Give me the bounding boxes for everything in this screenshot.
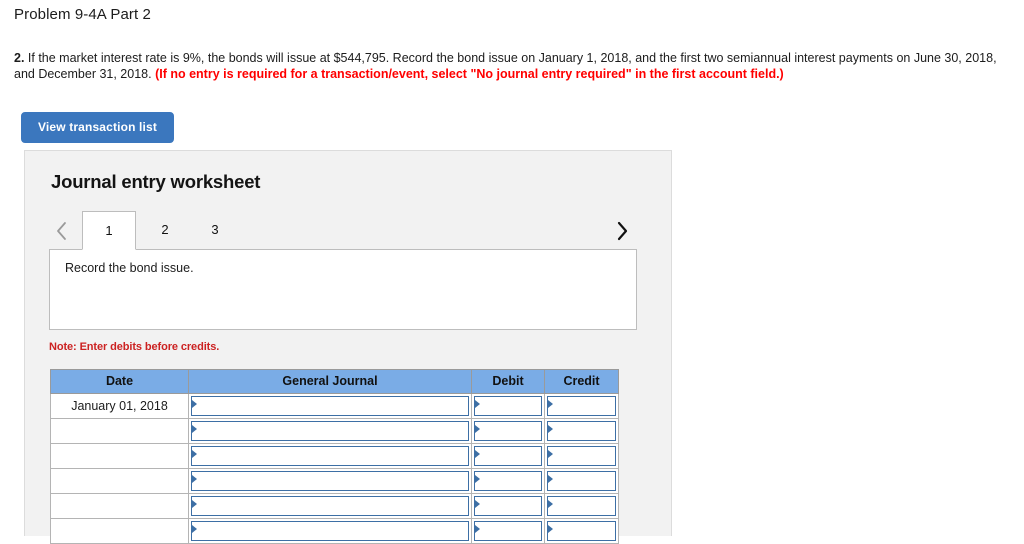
- instructions-paragraph: 2. If the market interest rate is 9%, th…: [14, 50, 1010, 82]
- input-wrap: [189, 494, 471, 518]
- worksheet-tab-2-label: 2: [161, 222, 169, 237]
- cell-debit-4: [471, 468, 545, 494]
- cell-general-journal-2: [188, 418, 472, 444]
- cell-debit-1: [471, 393, 545, 419]
- cell-date-6: [50, 518, 189, 544]
- debit-input-5[interactable]: [474, 496, 542, 516]
- table-row: [50, 443, 619, 469]
- page-title: Problem 9-4A Part 2: [14, 6, 151, 23]
- debit-input-6[interactable]: [474, 521, 542, 541]
- cell-credit-6: [544, 518, 619, 544]
- cell-credit-3: [544, 443, 619, 469]
- debit-input-1[interactable]: [474, 396, 542, 416]
- cell-date-4: [50, 468, 189, 494]
- cell-general-journal-6: [188, 518, 472, 544]
- cell-debit-3: [471, 443, 545, 469]
- column-header-general-journal: General Journal: [188, 369, 472, 394]
- cell-credit-1: [544, 393, 619, 419]
- input-wrap: [545, 519, 618, 543]
- cell-date-3: [50, 443, 189, 469]
- worksheet-tab-3[interactable]: 3: [192, 211, 238, 250]
- debit-input-3[interactable]: [474, 446, 542, 466]
- worksheet-title: Journal entry worksheet: [51, 171, 261, 192]
- input-wrap: [472, 394, 544, 418]
- next-entry-button[interactable]: [611, 217, 633, 245]
- instruction-red-note: (If no entry is required for a transacti…: [155, 67, 784, 81]
- general-journal-input-4[interactable]: [191, 471, 469, 491]
- input-wrap: [472, 444, 544, 468]
- input-wrap: [189, 419, 471, 443]
- table-row: [50, 418, 619, 444]
- cell-date-5: [50, 493, 189, 519]
- credit-input-6[interactable]: [547, 521, 616, 541]
- table-header-row: Date General Journal Debit Credit: [50, 369, 619, 394]
- journal-entry-worksheet-panel: Journal entry worksheet 1 2 3 Record the…: [24, 150, 672, 544]
- cell-credit-2: [544, 418, 619, 444]
- input-wrap: [472, 469, 544, 493]
- input-wrap: [545, 419, 618, 443]
- table-row: [50, 518, 619, 544]
- general-journal-input-6[interactable]: [191, 521, 469, 541]
- cell-credit-4: [544, 468, 619, 494]
- general-journal-input-1[interactable]: [191, 396, 469, 416]
- worksheet-tab-2[interactable]: 2: [142, 211, 188, 250]
- cell-general-journal-5: [188, 493, 472, 519]
- entry-description-text: Record the bond issue.: [65, 261, 194, 275]
- debit-input-2[interactable]: [474, 421, 542, 441]
- input-wrap: [545, 394, 618, 418]
- worksheet-tab-1-label: 1: [105, 223, 113, 238]
- table-row: January 01, 2018: [50, 393, 619, 419]
- chevron-left-icon: [51, 221, 73, 241]
- general-journal-input-2[interactable]: [191, 421, 469, 441]
- input-wrap: [472, 519, 544, 543]
- debit-input-4[interactable]: [474, 471, 542, 491]
- input-wrap: [472, 419, 544, 443]
- input-wrap: [189, 444, 471, 468]
- cell-debit-5: [471, 493, 545, 519]
- cell-credit-5: [544, 493, 619, 519]
- cell-date-2: [50, 418, 189, 444]
- credit-input-1[interactable]: [547, 396, 616, 416]
- table-row: [50, 493, 619, 519]
- cell-date-1: January 01, 2018: [50, 393, 189, 419]
- credit-input-2[interactable]: [547, 421, 616, 441]
- input-wrap: [545, 469, 618, 493]
- input-wrap: [545, 494, 618, 518]
- debits-before-credits-note: Note: Enter debits before credits.: [49, 341, 220, 353]
- table-row: [50, 468, 619, 494]
- input-wrap: [189, 519, 471, 543]
- cell-general-journal-4: [188, 468, 472, 494]
- cell-general-journal-1: [188, 393, 472, 419]
- credit-input-5[interactable]: [547, 496, 616, 516]
- page-root: Problem 9-4A Part 2 2. If the market int…: [0, 0, 1024, 544]
- cell-general-journal-3: [188, 443, 472, 469]
- general-journal-input-3[interactable]: [191, 446, 469, 466]
- general-journal-input-5[interactable]: [191, 496, 469, 516]
- worksheet-tab-3-label: 3: [211, 222, 219, 237]
- credit-input-3[interactable]: [547, 446, 616, 466]
- entry-description-box: Record the bond issue.: [49, 249, 637, 330]
- input-wrap: [472, 494, 544, 518]
- journal-entry-table: Date General Journal Debit Credit Januar…: [50, 369, 619, 544]
- input-wrap: [189, 394, 471, 418]
- input-wrap: [189, 469, 471, 493]
- column-header-credit: Credit: [544, 369, 619, 394]
- view-transaction-list-button[interactable]: View transaction list: [21, 112, 174, 143]
- input-wrap: [545, 444, 618, 468]
- cell-debit-2: [471, 418, 545, 444]
- column-header-debit: Debit: [471, 369, 545, 394]
- worksheet-tabstrip: 1 2 3: [49, 211, 649, 251]
- cell-debit-6: [471, 518, 545, 544]
- chevron-right-icon: [611, 221, 633, 241]
- instruction-number: 2.: [14, 51, 25, 65]
- worksheet-tab-1[interactable]: 1: [82, 211, 136, 250]
- prev-entry-button[interactable]: [51, 217, 73, 245]
- column-header-date: Date: [50, 369, 189, 394]
- credit-input-4[interactable]: [547, 471, 616, 491]
